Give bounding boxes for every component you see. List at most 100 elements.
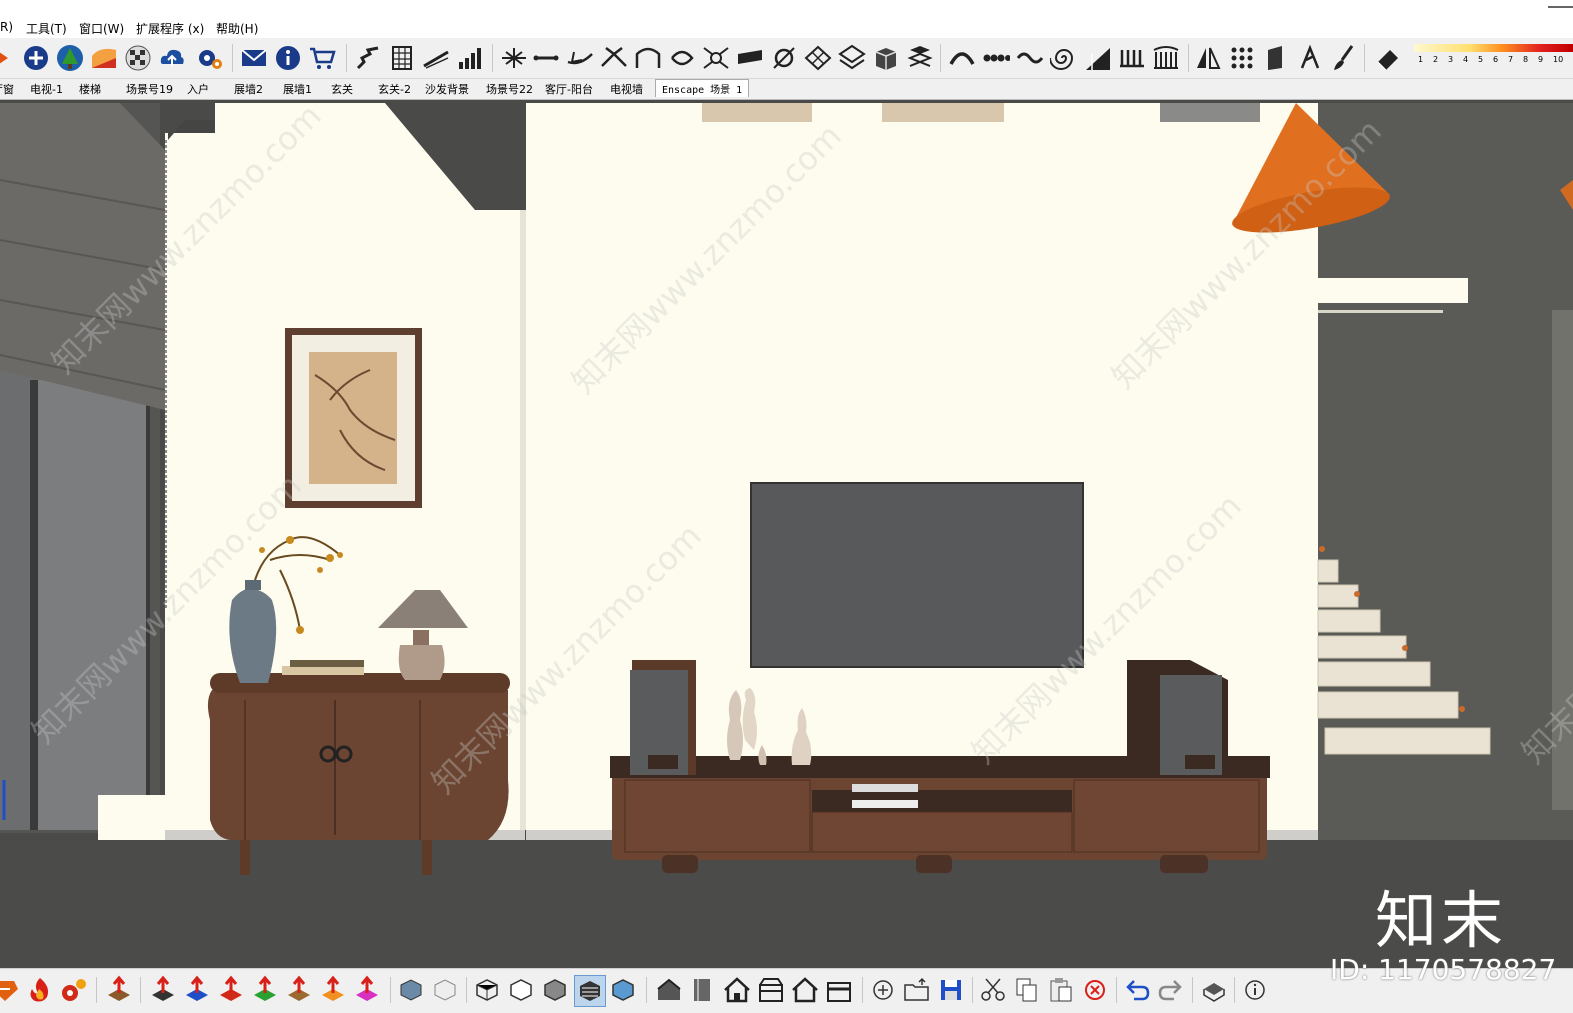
spiral-icon[interactable] (1049, 44, 1078, 72)
color-scale-number: 5 (1478, 55, 1484, 64)
3d-viewport[interactable]: 知末网www.znzmo.com 知末网www.znzmo.com 知末网www… (0, 100, 1573, 968)
scene-tab[interactable]: 场景号19 (126, 81, 173, 97)
copy-icon[interactable] (1012, 975, 1042, 1005)
redo-icon[interactable] (1156, 975, 1186, 1005)
curve-icon[interactable] (668, 44, 696, 72)
ruby-icon[interactable] (0, 975, 20, 1005)
color-scale-number: 10 (1553, 55, 1564, 64)
scene-tab[interactable]: 楼梯 (79, 81, 101, 97)
menu-item-window[interactable]: 窗口(W) (79, 20, 124, 37)
menu-item-extensions[interactable]: 扩展程序 (x) (136, 20, 204, 37)
scene-tab[interactable]: 电视墙 (610, 81, 643, 97)
node-icon[interactable] (702, 44, 730, 72)
columns-icon[interactable] (1118, 44, 1146, 72)
left-view-icon[interactable] (574, 975, 606, 1007)
top-view-icon[interactable] (430, 975, 460, 1005)
fire-icon[interactable] (25, 975, 55, 1005)
zoom-icon[interactable] (868, 975, 898, 1005)
window-control[interactable] (1548, 0, 1573, 8)
building-icon[interactable] (388, 44, 416, 72)
cart-icon[interactable] (308, 44, 336, 72)
dome-icon[interactable] (948, 44, 976, 72)
color-scale-number: 7 (1508, 55, 1514, 64)
joint-icon[interactable] (500, 44, 528, 72)
bottom-view-icon[interactable] (608, 975, 638, 1005)
box-closed-icon[interactable] (824, 975, 854, 1005)
scene-tab[interactable]: 沙发背景 (425, 81, 469, 97)
arch-icon[interactable] (634, 44, 662, 72)
right-view-icon[interactable] (506, 975, 536, 1005)
grid-icon[interactable] (804, 44, 832, 72)
back-view-icon[interactable] (540, 975, 570, 1005)
line-icon[interactable] (532, 44, 560, 72)
house-icon[interactable] (722, 975, 752, 1005)
scene-tab[interactable]: 展墙2 (234, 81, 263, 97)
scene-tab[interactable]: 电视-1 (30, 81, 63, 97)
cut-icon[interactable] (978, 975, 1008, 1005)
stack-icon[interactable] (838, 44, 866, 72)
menu-item-tools[interactable]: 工具(T) (26, 20, 67, 37)
push-blue-icon[interactable] (182, 975, 212, 1005)
arrows-icon[interactable] (600, 44, 628, 72)
scene-tab[interactable]: 入户 (187, 81, 209, 97)
draw-icon[interactable] (1296, 44, 1324, 72)
arrow-icon[interactable] (566, 44, 594, 72)
paste-icon[interactable] (1046, 975, 1076, 1005)
colonnade-icon[interactable] (1152, 44, 1180, 72)
scene-tab[interactable]: 玄关-2 (378, 81, 411, 97)
slope-icon[interactable] (422, 44, 450, 72)
save-icon[interactable] (936, 975, 966, 1005)
checker-icon[interactable] (124, 44, 152, 72)
add-icon[interactable] (22, 44, 50, 72)
scene-tab[interactable]: 客厅-阳台 (545, 81, 593, 97)
shaded-icon[interactable] (654, 975, 684, 1005)
circle-icon[interactable] (770, 44, 798, 72)
box-icon[interactable] (872, 44, 900, 72)
push-pink-icon[interactable] (352, 975, 382, 1005)
scene-tab[interactable]: 厅窗 (0, 81, 14, 97)
gear-icon[interactable] (196, 44, 224, 72)
chain-icon[interactable] (982, 44, 1011, 72)
dots-grid-icon[interactable] (1228, 44, 1256, 72)
layers-icon[interactable] (906, 44, 934, 72)
move-icon[interactable] (148, 975, 178, 1005)
house-outline-icon[interactable] (790, 975, 820, 1005)
stairs-icon[interactable] (354, 44, 382, 72)
print-icon[interactable] (1198, 975, 1228, 1005)
scene-tab[interactable]: 玄关 (331, 81, 353, 97)
book-icon[interactable] (688, 975, 718, 1005)
push-x-icon[interactable] (318, 975, 348, 1005)
model-info-icon[interactable] (1240, 975, 1270, 1005)
eraser-icon[interactable] (1374, 44, 1402, 72)
scene-tab[interactable]: 展墙1 (283, 81, 312, 97)
push-up-icon[interactable] (104, 975, 134, 1005)
menu-item-help[interactable]: 帮助(H) (216, 20, 258, 37)
brush-icon[interactable] (1330, 44, 1358, 72)
iso-view-icon[interactable] (396, 975, 426, 1005)
push-red-icon[interactable] (216, 975, 246, 1005)
open-folder-icon[interactable] (902, 975, 932, 1005)
sandbox-icon[interactable] (90, 44, 118, 72)
tree-icon[interactable] (56, 44, 84, 72)
panel-icon[interactable] (1262, 44, 1290, 72)
watermark-logo: 知末 (1375, 884, 1508, 957)
mirror-icon[interactable] (1194, 44, 1222, 72)
ramp-icon[interactable] (1084, 44, 1112, 72)
box-open-icon[interactable] (756, 975, 786, 1005)
gear-icon[interactable] (58, 975, 88, 1005)
bar-chart-icon[interactable] (456, 44, 484, 72)
info-icon[interactable] (274, 44, 302, 72)
front-view-icon[interactable] (472, 975, 502, 1005)
scene-tab[interactable]: 场景号22 (486, 81, 533, 97)
push-green-icon[interactable] (250, 975, 280, 1005)
slab-icon[interactable] (736, 44, 764, 72)
scene-tab[interactable]: Enscape 场景 1 (655, 79, 750, 97)
menu-item-file-partial[interactable]: R) (0, 20, 13, 34)
delete-icon[interactable] (1080, 975, 1110, 1005)
mail-icon[interactable] (240, 44, 268, 72)
push-orange-icon[interactable] (284, 975, 314, 1005)
shape-icon[interactable] (0, 44, 20, 72)
wave-icon[interactable] (1016, 44, 1044, 72)
undo-icon[interactable] (1122, 975, 1152, 1005)
cloud-upload-icon[interactable] (158, 44, 186, 72)
